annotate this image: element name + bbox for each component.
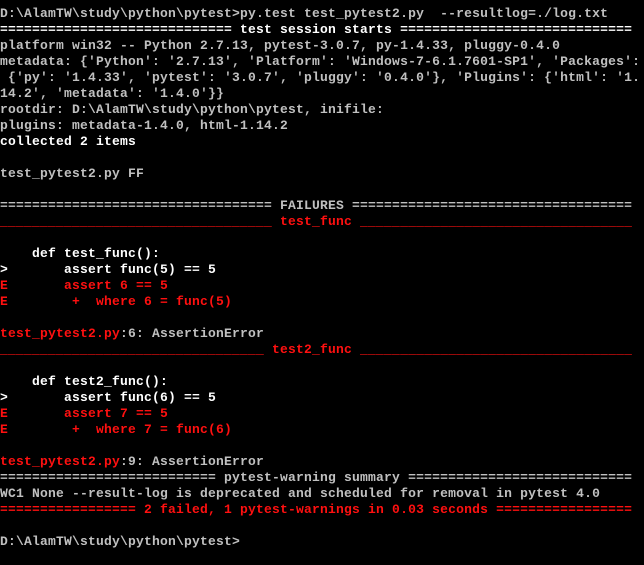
console-line: 14.2', 'metadata': '1.4.0'}} — [0, 86, 644, 102]
console-text: E + where 6 = func(5) — [0, 294, 233, 309]
console-line: metadata: {'Python': '2.7.13', 'Platform… — [0, 54, 644, 70]
console-text: E assert 7 == 5 — [0, 406, 169, 421]
console-line: E + where 7 = func(6) — [0, 422, 644, 438]
console-text: D:\AlamTW\study\python\pytest>py.test te… — [0, 6, 609, 21]
console-line: rootdir: D:\AlamTW\study\python\pytest, … — [0, 102, 644, 118]
console-line: D:\AlamTW\study\python\pytest>py.test te… — [0, 6, 644, 22]
console-text: plugins: metadata-1.4.0, html-1.14.2 — [0, 118, 289, 133]
console-text: test_pytest2.py — [0, 454, 121, 469]
console-line: test_pytest2.py FF — [0, 166, 644, 182]
console-text: D:\AlamTW\study\python\pytest> — [0, 534, 241, 549]
console-text: test_pytest2.py — [0, 326, 121, 341]
console-output[interactable]: D:\AlamTW\study\python\pytest>py.test te… — [0, 6, 644, 550]
console-text: E + where 7 = func(6) — [0, 422, 233, 437]
console-text: > assert func(5) == 5 — [0, 262, 217, 277]
console-text: E assert 6 == 5 — [0, 278, 169, 293]
console-line: > assert func(6) == 5 — [0, 390, 644, 406]
console-line: test_pytest2.py:6: AssertionError — [0, 326, 644, 342]
console-line: def test2_func(): — [0, 374, 644, 390]
console-line: __________________________________ test_… — [0, 214, 644, 230]
console-text: WC1 None --result-log is deprecated and … — [0, 486, 601, 501]
console-line: E assert 6 == 5 — [0, 278, 644, 294]
console-text: test_pytest2.py FF — [0, 166, 145, 181]
console-text: metadata: {'Python': '2.7.13', 'Platform… — [0, 54, 641, 69]
console-line: ================= 2 failed, 1 pytest-war… — [0, 502, 644, 518]
console-text: def test2_func(): — [0, 374, 169, 389]
console-line: collected 2 items — [0, 134, 644, 150]
console-text: platform win32 -- Python 2.7.13, pytest-… — [0, 38, 561, 53]
console-text: _________________________________ test2_… — [0, 342, 633, 357]
console-line: test_pytest2.py:9: AssertionError — [0, 454, 644, 470]
console-line: {'py': '1.4.33', 'pytest': '3.0.7', 'plu… — [0, 70, 644, 86]
console-line: def test_func(): — [0, 246, 644, 262]
console-text: ================================== FAILU… — [0, 198, 633, 213]
console-text: def test_func(): — [0, 246, 161, 261]
console-line: D:\AlamTW\study\python\pytest> — [0, 534, 644, 550]
console-line: _________________________________ test2_… — [0, 342, 644, 358]
console-line: E + where 6 = func(5) — [0, 294, 644, 310]
console-text: =========================== pytest-warni… — [0, 470, 633, 485]
console-text: :9: AssertionError — [120, 454, 265, 469]
console-text: 14.2', 'metadata': '1.4.0'}} — [0, 86, 225, 101]
console-line: ================================== FAILU… — [0, 198, 644, 214]
console-line: =========================== pytest-warni… — [0, 470, 644, 486]
console-text: ============================= test sessi… — [0, 22, 633, 37]
console-line: WC1 None --result-log is deprecated and … — [0, 486, 644, 502]
console-text: collected 2 items — [0, 134, 137, 149]
console-text: __________________________________ test_… — [0, 214, 633, 229]
console-line: plugins: metadata-1.4.0, html-1.14.2 — [0, 118, 644, 134]
console-text: {'py': '1.4.33', 'pytest': '3.0.7', 'plu… — [0, 70, 641, 85]
console-line: > assert func(5) == 5 — [0, 262, 644, 278]
console-text: :6: AssertionError — [120, 326, 265, 341]
console-text: ================= 2 failed, 1 pytest-war… — [0, 502, 633, 517]
console-text: > assert func(6) == 5 — [0, 390, 217, 405]
console-text: rootdir: D:\AlamTW\study\python\pytest, … — [0, 102, 385, 117]
console-line: platform win32 -- Python 2.7.13, pytest-… — [0, 38, 644, 54]
console-line: E assert 7 == 5 — [0, 406, 644, 422]
console-line: ============================= test sessi… — [0, 22, 644, 38]
